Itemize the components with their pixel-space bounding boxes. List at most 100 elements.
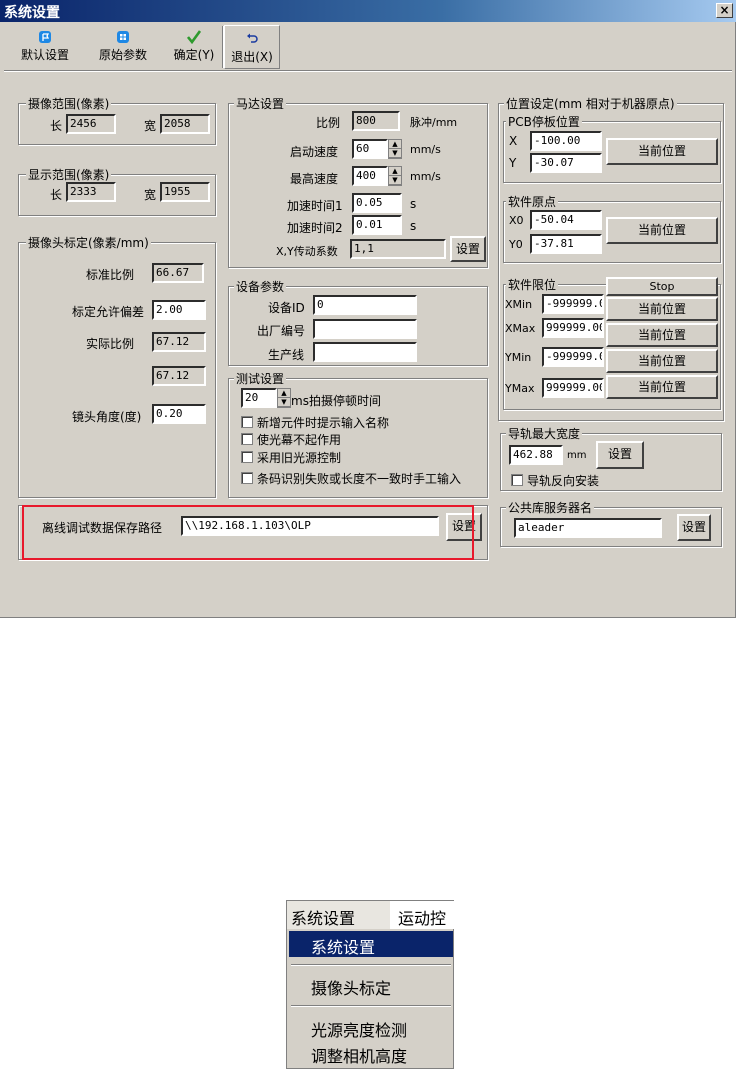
tolerance-field[interactable]: 2.00 (152, 300, 206, 320)
max-speed-unit: mm/s (410, 170, 441, 183)
server-name-field[interactable]: aleader (514, 518, 662, 538)
accel1-field[interactable]: 0.05 (352, 193, 402, 213)
opt4-checkbox[interactable] (241, 472, 253, 484)
xmin-current-position-button[interactable]: 当前位置 (606, 297, 718, 321)
stop-button[interactable]: Stop (606, 277, 718, 296)
menu-item-camera-calibration[interactable]: 摄像头标定 (289, 973, 453, 999)
ymin-label: YMin (505, 351, 532, 364)
pcb-y-field[interactable]: -30.07 (530, 153, 602, 173)
pcb-x-field[interactable]: -100.00 (530, 131, 602, 151)
checkmark-icon (187, 30, 201, 44)
menu-item-camera-height[interactable]: 调整相机高度 (289, 1041, 453, 1067)
actual-ratio-field[interactable]: 67.12 (152, 332, 206, 352)
spin-down-icon[interactable]: ▼ (389, 149, 401, 158)
serial-label: 出厂编号 (257, 324, 306, 338)
xmin-label: XMin (505, 298, 533, 311)
ok-label: 确定(Y) (173, 48, 215, 62)
server-set-button[interactable]: 设置 (677, 514, 711, 541)
origin-x-field[interactable]: -50.04 (530, 210, 602, 230)
menu-item-label: 摄像头标定 (311, 979, 392, 998)
spin-down-icon[interactable]: ▼ (278, 398, 290, 407)
xmax-field[interactable]: 999999.00 (542, 318, 604, 338)
menu-bar-system-settings[interactable]: 系统设置 (291, 905, 355, 929)
xy-coef-field[interactable]: 1,1 (350, 239, 446, 259)
xmax-label: XMax (505, 322, 536, 335)
opt3-label: 采用旧光源控制 (257, 451, 342, 465)
rail-title: 导轨最大宽度 (506, 425, 583, 442)
xmin-field[interactable]: -999999.0 (542, 294, 604, 314)
ymax-current-position-button[interactable]: 当前位置 (606, 375, 718, 399)
start-speed-label: 启动速度 (290, 145, 339, 159)
pause-label: ms拍摄停顿时间 (291, 394, 381, 408)
line-label: 生产线 (268, 348, 305, 362)
exit-label: 退出(X) (231, 50, 273, 64)
origin-title: 软件原点 (506, 193, 559, 210)
flag-icon (39, 31, 51, 43)
xy-coef-set-button[interactable]: 设置 (450, 236, 486, 262)
pause-spinner[interactable]: ▲ ▼ (277, 388, 291, 408)
undo-icon (247, 33, 258, 43)
rail-set-button[interactable]: 设置 (596, 441, 644, 469)
spin-up-icon[interactable]: ▲ (389, 167, 401, 176)
camera-length-label: 长 (50, 119, 63, 133)
menu-item-label: 光源亮度检测 (311, 1021, 408, 1040)
ymax-label: YMax (505, 382, 535, 395)
origin-x-label: X0 (509, 214, 524, 227)
spin-up-icon[interactable]: ▲ (278, 389, 290, 398)
opt3-checkbox[interactable] (241, 451, 253, 463)
display-range-title: 显示范围(像素) (26, 166, 112, 183)
start-speed-spinner[interactable]: ▲ ▼ (388, 139, 402, 159)
ymin-field[interactable]: -999999.0 (542, 347, 604, 367)
actual-ratio-field-2[interactable]: 67.12 (152, 366, 206, 386)
origin-y-field[interactable]: -37.81 (530, 234, 602, 254)
device-id-field[interactable]: 0 (313, 295, 417, 315)
exit-button[interactable]: 退出(X) (224, 25, 280, 69)
menu-item-light-check[interactable]: 光源亮度检测 (289, 1015, 453, 1041)
server-title: 公共库服务器名 (506, 499, 595, 516)
display-width-label: 宽 (144, 188, 157, 202)
pcb-current-position-button[interactable]: 当前位置 (606, 138, 718, 165)
rail-reverse-label: 导轨反向安装 (527, 474, 600, 488)
lens-angle-field[interactable]: 0.20 (152, 404, 206, 424)
accel2-unit: s (410, 219, 417, 233)
start-speed-unit: mm/s (410, 143, 441, 156)
display-length-field[interactable]: 2333 (66, 182, 116, 202)
std-ratio-field[interactable]: 66.67 (152, 263, 204, 283)
menu-item-system-settings[interactable]: 系统设置 (289, 931, 453, 957)
serial-field[interactable] (313, 319, 417, 339)
opt1-checkbox[interactable] (241, 416, 253, 428)
menu-bar-motion-tab[interactable]: 运动控 (390, 901, 455, 929)
camera-width-field[interactable]: 2058 (160, 114, 210, 134)
menu-bar-motion-label: 运动控 (398, 909, 447, 928)
start-speed-field[interactable]: 60 (352, 139, 388, 159)
opt2-checkbox[interactable] (241, 433, 253, 445)
origin-y-label: Y0 (509, 238, 523, 251)
accel2-field[interactable]: 0.01 (352, 215, 402, 235)
pcb-title: PCB停板位置 (506, 113, 582, 130)
max-speed-spinner[interactable]: ▲ ▼ (388, 166, 402, 186)
device-title: 设备参数 (234, 278, 287, 295)
rail-width-field[interactable]: 462.88 (509, 445, 563, 465)
max-speed-field[interactable]: 400 (352, 166, 388, 186)
default-settings-button[interactable]: 默认设置 (14, 24, 76, 68)
ok-button[interactable]: 确定(Y) (166, 24, 222, 68)
rail-reverse-checkbox[interactable] (511, 474, 523, 486)
title-bar[interactable]: 系统设置 × (0, 0, 736, 22)
spin-down-icon[interactable]: ▼ (389, 176, 401, 185)
pause-field[interactable]: 20 (241, 388, 277, 408)
display-width-field[interactable]: 1955 (160, 182, 210, 202)
ratio-field[interactable]: 800 (352, 111, 400, 131)
ratio-label: 比例 (316, 116, 341, 130)
close-button[interactable]: × (716, 3, 733, 18)
original-params-button[interactable]: 原始参数 (92, 24, 154, 68)
camera-length-field[interactable]: 2456 (66, 114, 116, 134)
default-settings-label: 默认设置 (20, 48, 69, 62)
max-speed-label: 最高速度 (290, 172, 339, 186)
spin-up-icon[interactable]: ▲ (389, 140, 401, 149)
ymin-current-position-button[interactable]: 当前位置 (606, 349, 718, 373)
windows-icon (117, 31, 129, 43)
origin-current-position-button[interactable]: 当前位置 (606, 217, 718, 244)
line-field[interactable] (313, 342, 417, 362)
xmax-current-position-button[interactable]: 当前位置 (606, 323, 718, 347)
ymax-field[interactable]: 999999.00 (542, 378, 604, 398)
